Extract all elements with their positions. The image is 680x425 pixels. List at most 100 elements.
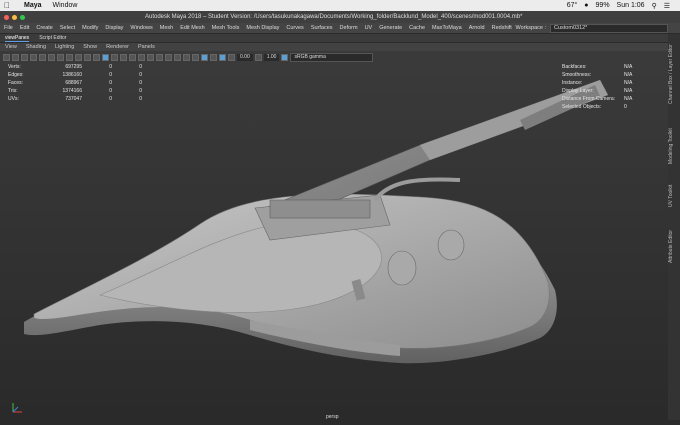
exposure-field[interactable]: 0.00 (237, 53, 253, 61)
hud-value: 0 (109, 80, 112, 86)
menu-item-mesh-tools[interactable]: Mesh Tools (212, 25, 240, 31)
safe-action-icon[interactable] (84, 53, 91, 61)
hud-value: 0 (139, 80, 142, 86)
menu-item-surfaces[interactable]: Surfaces (311, 25, 333, 31)
menu-item-display[interactable]: Display (105, 25, 123, 31)
field-chart-icon[interactable] (75, 53, 82, 61)
hud-value: 0 (624, 104, 627, 110)
menu-item-edit-mesh[interactable]: Edit Mesh (180, 25, 204, 31)
app-menu[interactable]: Maya (24, 2, 42, 9)
menu-item-curves[interactable]: Curves (286, 25, 303, 31)
film-gate-icon[interactable] (48, 53, 55, 61)
menu-icon[interactable]: ☰ (664, 2, 670, 10)
grid-icon[interactable] (39, 53, 46, 61)
battery-label[interactable]: 99% (596, 2, 610, 9)
anti-aliasing-icon[interactable] (174, 53, 181, 61)
xray-joints-icon[interactable] (210, 53, 217, 61)
hud-value: N/A (624, 64, 633, 70)
viewport[interactable] (0, 63, 668, 420)
hud-row-tris: Tris: 1374166 0 0 (8, 87, 142, 95)
select-camera-icon[interactable] (3, 53, 10, 61)
default-material-icon[interactable] (120, 53, 127, 61)
viewport-menu-bar: View Shading Lighting Show Renderer Pane… (0, 43, 668, 51)
tab-script-editor[interactable]: Script Editor (39, 35, 66, 41)
hud-row-verts: Verts: 697295 0 0 (8, 63, 142, 71)
menu-item-generate[interactable]: Generate (379, 25, 402, 31)
menu-item-mesh[interactable]: Mesh (160, 25, 173, 31)
axis-gizmo-icon (10, 401, 24, 420)
show-menu[interactable]: Show (83, 44, 97, 50)
hud-value: 0 (139, 88, 142, 94)
menu-item-deform[interactable]: Deform (340, 25, 358, 31)
color-management-icon[interactable] (281, 53, 289, 61)
smooth-shade-icon[interactable] (111, 53, 118, 61)
hud-value: 0 (109, 96, 112, 102)
motion-blur-icon[interactable] (165, 53, 172, 61)
menu-item-windows[interactable]: Windows (130, 25, 152, 31)
workspace-label: Workspace : (515, 25, 546, 31)
hud-value: N/A (624, 96, 633, 102)
textured-icon[interactable] (129, 53, 136, 61)
color-space-dropdown[interactable]: sRGB gamma (290, 52, 374, 62)
search-icon[interactable]: ⚲ (652, 2, 657, 10)
xray-icon[interactable] (201, 53, 208, 61)
depth-of-field-icon[interactable] (183, 53, 190, 61)
wireframe-icon[interactable] (102, 53, 109, 61)
window-controls (4, 14, 25, 20)
menu-item-mesh-display[interactable]: Mesh Display (246, 25, 279, 31)
lock-camera-icon[interactable] (12, 53, 19, 61)
image-plane-icon[interactable] (30, 53, 37, 61)
shadows-icon[interactable] (147, 53, 154, 61)
view-menu[interactable]: View (5, 44, 17, 50)
lighting-menu[interactable]: Lighting (55, 44, 74, 50)
workspace-selector[interactable]: Workspace : Custom0312* (515, 23, 680, 33)
mac-menu-bar:  Maya Window 67° ● 99% Sun 1:06 ⚲ ☰ (0, 0, 680, 11)
minimize-button[interactable] (12, 14, 17, 20)
menu-item-edit[interactable]: Edit (20, 25, 29, 31)
hud-value: 0 (109, 64, 112, 70)
time-label[interactable]: Sun 1:06 (617, 2, 645, 9)
menu-item-modify[interactable]: Modify (82, 25, 98, 31)
poly-count-hud: Verts: 697295 0 0 Edges: 1386160 0 0 Fac… (8, 63, 142, 103)
gamma-icon[interactable] (254, 53, 262, 61)
menu-item-arnold[interactable]: Arnold (469, 25, 485, 31)
bookmark-icon[interactable] (21, 53, 28, 61)
wifi-icon[interactable]: ● (584, 2, 588, 9)
gamma-field[interactable]: 1.00 (263, 53, 280, 61)
tab-attribute-editor[interactable]: Attribute Editor (668, 218, 680, 274)
panels-menu[interactable]: Panels (138, 44, 155, 50)
hud-label: Distance From Camera: (562, 96, 616, 102)
tab-modeling-toolkit[interactable]: Modeling Toolkit (668, 118, 680, 174)
menu-item-redshift[interactable]: Redshift (492, 25, 512, 31)
menu-item-cache[interactable]: Cache (409, 25, 425, 31)
menu-item-file[interactable]: File (4, 25, 13, 31)
tab-uv-toolkit[interactable]: UV Toolkit (668, 178, 680, 214)
hud-value: 697295 (65, 64, 82, 70)
resolution-gate-icon[interactable] (57, 53, 64, 61)
menu-item-maxtomaya[interactable]: MaxToMaya (432, 25, 462, 31)
exposure-icon[interactable] (228, 53, 235, 61)
safe-title-icon[interactable] (93, 53, 100, 61)
gate-mask-icon[interactable] (66, 53, 73, 61)
close-button[interactable] (4, 14, 9, 20)
window-menu[interactable]: Window (53, 2, 78, 9)
hud-value: 1374166 (62, 88, 82, 94)
hud-value: 0 (139, 64, 142, 70)
object-details-hud: Backfaces: N/A Smoothness: N/A Instance: N/… (562, 63, 632, 111)
temperature-label: 67° (566, 2, 578, 9)
menu-item-create[interactable]: Create (36, 25, 53, 31)
workspace-dropdown[interactable]: Custom0312* (550, 23, 668, 33)
maximize-button[interactable] (20, 14, 25, 20)
isolate-select-icon[interactable] (192, 53, 199, 61)
tab-viewpanes[interactable]: viewPanes (5, 35, 30, 42)
shading-menu[interactable]: Shading (26, 44, 46, 50)
lights-icon[interactable] (138, 53, 145, 61)
hud-icon[interactable] (219, 53, 226, 61)
menu-item-select[interactable]: Select (60, 25, 75, 31)
menu-item-uv[interactable]: UV (365, 25, 373, 31)
hud-row-selected: Selected Objects: 0 (562, 103, 632, 111)
renderer-menu[interactable]: Renderer (106, 44, 129, 50)
apple-icon[interactable]:  (0, 1, 14, 10)
tab-channel-box[interactable]: Channel Box / Layer Editor (668, 34, 680, 114)
ambient-occlusion-icon[interactable] (156, 53, 163, 61)
